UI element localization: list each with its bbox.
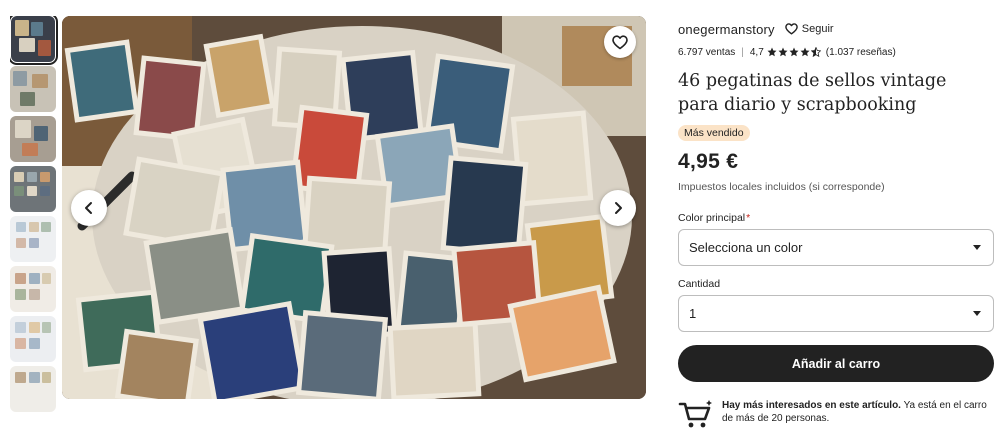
thumbnail-3[interactable] (10, 116, 56, 162)
required-mark: * (746, 212, 751, 224)
previous-image-button[interactable] (71, 190, 107, 226)
color-label: Color principal* (678, 212, 994, 224)
interest-notice: Hay más interesados en este artículo. Ya… (678, 399, 994, 431)
thumbnail-5[interactable] (10, 216, 56, 262)
color-select[interactable]: Selecciona un color (678, 229, 994, 266)
product-price: 4,95 € (678, 150, 739, 173)
caret-down-icon (973, 245, 981, 250)
stats-divider: | (741, 46, 744, 58)
star-icon (800, 47, 810, 57)
quantity-select[interactable]: 1 (678, 295, 994, 332)
interest-bold: Hay más interesados en este artículo. (722, 400, 901, 411)
star-icon (789, 47, 799, 57)
rating-stars (767, 47, 822, 57)
sales-count: 6.797 ventas (678, 46, 736, 58)
product-info-panel: onegermanstory Seguir 6.797 ventas | 4,7… (678, 18, 994, 431)
follow-label: Seguir (801, 23, 834, 35)
main-product-image[interactable] (62, 16, 646, 399)
quantity-label: Cantidad (678, 278, 721, 290)
bestseller-badge: Más vendido (678, 125, 750, 141)
shop-name-link[interactable]: onegermanstory (678, 22, 775, 37)
quantity-select-value: 1 (689, 306, 697, 321)
thumbnail-2[interactable] (10, 66, 56, 112)
color-select-value: Selecciona un color (689, 240, 803, 255)
thumbnail-7[interactable] (10, 316, 56, 362)
thumbnail-strip (10, 16, 58, 441)
reviews-link[interactable]: (1.037 reseñas) (826, 47, 896, 58)
star-icon (767, 47, 777, 57)
chevron-right-icon (615, 202, 622, 214)
star-icon (778, 47, 788, 57)
tax-note: Impuestos locales incluidos (si correspo… (678, 181, 885, 193)
next-image-button[interactable] (600, 190, 636, 226)
thumbnail-1[interactable] (10, 16, 58, 65)
heart-outline-icon (784, 23, 798, 35)
heart-icon (612, 34, 628, 49)
thumbnail-8[interactable] (10, 366, 56, 412)
rating-value: 4,7 (749, 46, 764, 58)
interest-message: Hay más interesados en este artículo. Ya… (722, 399, 994, 425)
color-label-text: Color principal (678, 212, 746, 224)
chevron-left-icon (85, 202, 92, 214)
add-to-cart-button[interactable]: Añadir al carro (678, 345, 994, 382)
follow-shop-button[interactable]: Seguir (784, 23, 834, 35)
product-title: 46 pegatinas de sellos vintage para diar… (678, 71, 947, 115)
caret-down-icon (973, 311, 981, 316)
stamps-photo (62, 16, 646, 399)
thumbnail-6[interactable] (10, 266, 56, 312)
favorite-button[interactable] (604, 26, 636, 58)
thumbnail-4[interactable] (10, 166, 56, 212)
shop-row: onegermanstory Seguir (678, 18, 994, 40)
shop-stats: 6.797 ventas | 4,7 (1.037 reseñas) (678, 45, 994, 59)
shopping-cart-icon (678, 400, 712, 428)
half-star-icon (810, 47, 821, 57)
